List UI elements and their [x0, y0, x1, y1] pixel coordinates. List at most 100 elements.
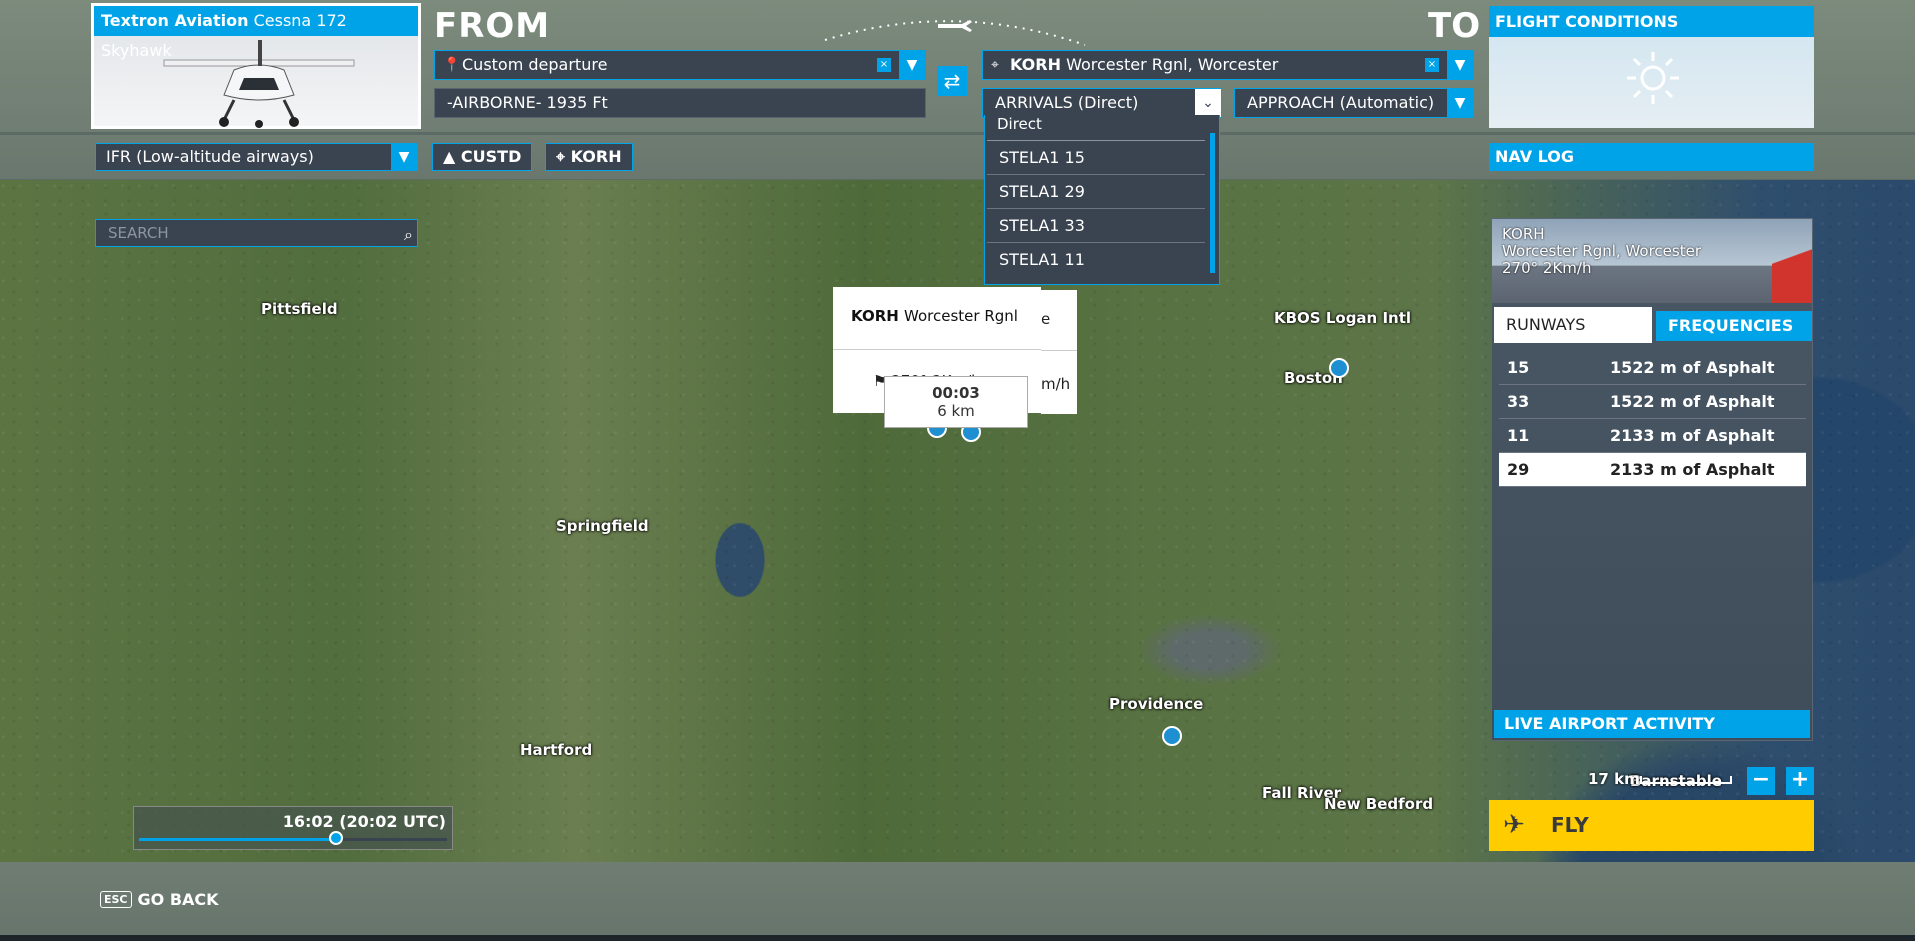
time-slider-fill — [139, 838, 337, 841]
arrivals-select[interactable]: ARRIVALS (Direct) ⌄ — [982, 88, 1222, 118]
airport-marker-providence[interactable] — [1162, 726, 1182, 746]
map-scale-label: 17 km — [1588, 770, 1640, 788]
runway-desc: 2133 m of Asphalt — [1610, 426, 1775, 445]
destination-name: Worcester Rgnl, Worcester — [1066, 55, 1279, 74]
map-label-springfield[interactable]: Springfield — [556, 517, 649, 535]
approach-select[interactable]: APPROACH (Automatic) ▼ — [1234, 88, 1474, 118]
time-display: 16:02 (20:02 UTC) — [282, 812, 446, 831]
clear-departure-icon[interactable]: × — [877, 58, 891, 72]
footer-bar — [0, 862, 1915, 941]
go-back-button[interactable]: ESC GO BACK — [100, 890, 219, 909]
flight-conditions-panel[interactable]: FLIGHT CONDITIONS — [1489, 6, 1814, 128]
runway-desc: 2133 m of Asphalt — [1610, 460, 1775, 479]
popup-name: Worcester Rgnl — [904, 307, 1018, 325]
runway-desc: 1522 m of Asphalt — [1610, 358, 1775, 377]
map-label-pittsfield[interactable]: Pittsfield — [261, 300, 338, 318]
tab-runways[interactable]: RUNWAYS — [1494, 307, 1652, 343]
fly-label: FLY — [1551, 813, 1589, 837]
aircraft-selector[interactable]: Textron Aviation Cessna 172 Skyhawk — [91, 3, 421, 129]
arrivals-value: ARRIVALS (Direct) — [995, 93, 1139, 112]
aircraft-image — [163, 40, 355, 128]
popup-wind-tail: m/h — [1041, 375, 1071, 393]
runway-number: 15 — [1507, 358, 1530, 377]
destination-code: KORH — [1010, 55, 1061, 74]
airport-name: Worcester Rgnl, Worcester — [1502, 242, 1701, 260]
zoom-out-button[interactable]: − — [1747, 767, 1775, 795]
runway-row[interactable]: 11 2133 m of Asphalt — [1499, 419, 1806, 453]
airport-tabs: RUNWAYS FREQUENCIES — [1494, 307, 1812, 343]
zoom-in-button[interactable]: + — [1786, 767, 1814, 795]
airplane-tail-image — [1772, 219, 1812, 303]
chevron-down-icon[interactable]: ▼ — [1447, 51, 1473, 79]
triangle-icon: ▲ — [443, 147, 456, 166]
runway-number: 29 — [1507, 460, 1530, 479]
search-placeholder: SEARCH — [108, 224, 169, 242]
route-arc-icon — [824, 20, 1086, 46]
dropdown-item[interactable]: STELA1 33 — [987, 209, 1205, 243]
map-label-hartford[interactable]: Hartford — [520, 741, 592, 759]
dropdown-item[interactable]: STELA1 29 — [987, 175, 1205, 209]
search-icon[interactable]: ⌕ — [404, 222, 413, 248]
chevron-down-icon[interactable]: ▼ — [1447, 89, 1473, 117]
airport-marker-kbos[interactable] — [1329, 358, 1349, 378]
departure-chip-label: CUSTD — [460, 147, 522, 166]
route-tooltip: 00:03 6 km — [884, 376, 1028, 428]
chevron-down-icon[interactable]: ⌄ — [1195, 89, 1221, 117]
dropdown-item[interactable]: STELA1 15 — [987, 141, 1205, 175]
chevron-down-icon[interactable]: ▼ — [391, 144, 417, 170]
flight-type-select[interactable]: IFR (Low-altitude airways) ▼ — [95, 143, 418, 171]
clear-destination-icon[interactable]: × — [1425, 58, 1439, 72]
departure-chip[interactable]: ▲ CUSTD — [432, 143, 533, 171]
nav-log-button[interactable]: NAV LOG — [1489, 143, 1814, 171]
esc-key-icon: ESC — [100, 891, 132, 908]
departure-select[interactable]: 📍 Custom departure × ▼ — [434, 50, 926, 80]
tab-frequencies[interactable]: FREQUENCIES — [1656, 311, 1812, 341]
runway-row-selected[interactable]: 29 2133 m of Asphalt — [1499, 453, 1806, 487]
popup-title: KORH Worcester Rgnl — [833, 287, 1041, 325]
popup-divider — [833, 349, 1041, 350]
runway-row[interactable]: 33 1522 m of Asphalt — [1499, 385, 1806, 419]
to-label: TO — [1428, 6, 1481, 46]
go-back-label: GO BACK — [137, 890, 219, 909]
airport-info-panel: KORH Worcester Rgnl, Worcester 270° 2Km/… — [1491, 218, 1813, 741]
aircraft-header: Textron Aviation Cessna 172 Skyhawk — [94, 6, 418, 60]
map-label-new-bedford[interactable]: New Bedford — [1324, 795, 1433, 813]
altitude-field[interactable]: -AIRBORNE- 1935 Ft — [434, 88, 926, 118]
map-label-providence[interactable]: Providence — [1109, 695, 1203, 713]
runway-row[interactable]: 15 1522 m of Asphalt — [1499, 351, 1806, 385]
search-input[interactable]: SEARCH ⌕ — [95, 219, 418, 247]
runway-number: 11 — [1507, 426, 1530, 445]
approach-value: APPROACH (Automatic) — [1247, 93, 1435, 112]
arrivals-dropdown-list[interactable]: Direct STELA1 15 STELA1 29 STELA1 33 STE… — [984, 115, 1220, 285]
dropdown-item[interactable]: STELA1 11 — [987, 243, 1205, 276]
map-label-kbos[interactable]: KBOS Logan Intl — [1274, 309, 1411, 327]
sun-icon — [1627, 52, 1679, 104]
popup-name-tail: e — [1041, 310, 1051, 328]
tooltip-time: 00:03 — [932, 384, 980, 402]
aircraft-brand: Textron Aviation — [101, 11, 249, 30]
airport-icon: ⌖ — [556, 147, 566, 166]
dropdown-scrollbar[interactable] — [1210, 133, 1215, 273]
map-scale-bar — [1640, 776, 1732, 784]
popup-code: KORH — [851, 307, 899, 325]
pin-icon: 📍 — [443, 57, 461, 73]
time-slider-handle[interactable] — [329, 831, 344, 845]
destination-chip[interactable]: ⌖ KORH — [545, 143, 633, 171]
destination-select[interactable]: ⌖ KORH Worcester Rgnl, Worcester × ▼ — [982, 50, 1474, 80]
live-airport-activity-button[interactable]: LIVE AIRPORT ACTIVITY — [1494, 710, 1810, 738]
dropdown-item[interactable]: Direct — [987, 115, 1205, 141]
airport-summary: KORH Worcester Rgnl, Worcester 270° 2Km/… — [1502, 226, 1701, 277]
airport-icon: ⌖ — [991, 57, 999, 73]
popup-divider — [1041, 350, 1077, 351]
altitude-value: -AIRBORNE- 1935 Ft — [447, 93, 608, 112]
airport-code: KORH — [1502, 225, 1545, 243]
runway-list: 15 1522 m of Asphalt 33 1522 m of Asphalt … — [1499, 351, 1806, 487]
airport-popup-back: e m/h — [1041, 290, 1077, 414]
from-label: FROM — [434, 6, 551, 46]
runway-number: 33 — [1507, 392, 1530, 411]
flight-conditions-title: FLIGHT CONDITIONS — [1489, 6, 1814, 37]
fly-button[interactable]: ✈ FLY — [1489, 800, 1814, 851]
flight-type-value: IFR (Low-altitude airways) — [106, 147, 314, 166]
chevron-down-icon[interactable]: ▼ — [899, 51, 925, 79]
swap-route-button[interactable]: ⇄ — [937, 66, 967, 96]
